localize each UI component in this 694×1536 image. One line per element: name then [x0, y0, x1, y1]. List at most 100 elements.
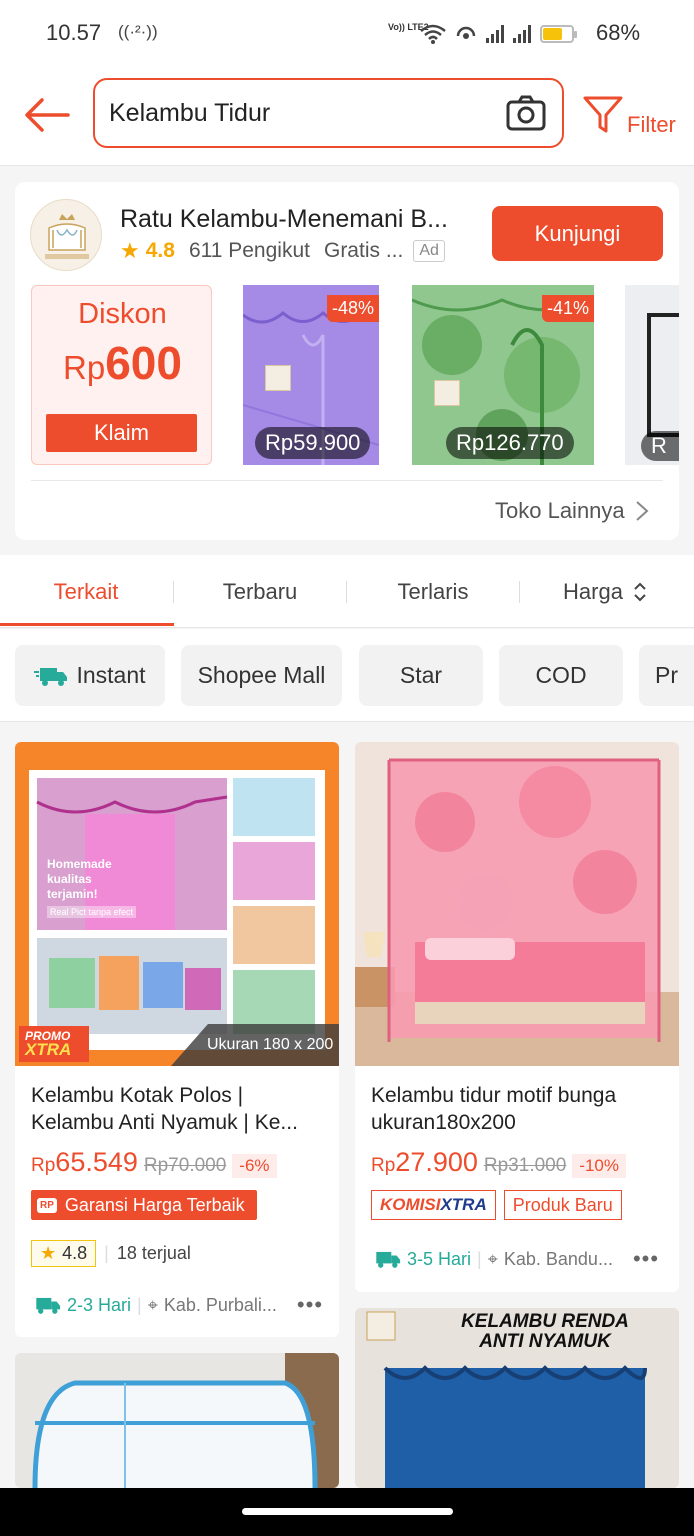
more-shops-link[interactable]: Toko Lainnya: [495, 498, 649, 524]
status-icons: [420, 18, 577, 50]
claim-voucher-button[interactable]: Klaim: [46, 414, 197, 452]
price-value: 65.549: [55, 1147, 138, 1177]
divider: [31, 480, 663, 481]
ad-badge: Ad: [413, 240, 445, 262]
product-price: Rp27.900: [371, 1147, 478, 1178]
image-overlay-sub: Real Pict tanpa efect: [47, 906, 137, 918]
rating-row: ★ 4.8 | 18 terjual: [31, 1240, 191, 1267]
shop-mini-logo: [265, 365, 291, 391]
image-overlay-text: Homemade kualitas terjamin!: [47, 857, 112, 901]
tab-terbaru[interactable]: Terbaru: [174, 579, 346, 605]
image-heading-line1: KELAMBU RENDA: [461, 1311, 629, 1332]
tab-separator: [519, 581, 520, 603]
star-icon: ★: [120, 238, 140, 263]
price-tag-icon: RP: [37, 1197, 57, 1213]
shop-meta: ★ 4.8 611 Pengikut Gratis ... Ad: [120, 238, 445, 264]
camera-icon: [506, 95, 546, 131]
product-collage-image: [15, 742, 339, 1066]
voucher-title: Diskon: [78, 298, 167, 330]
chevron-right-icon: [635, 501, 649, 521]
discount-tag: -48%: [326, 295, 379, 322]
popup-net-image: [15, 1353, 339, 1488]
shop-logo: [30, 199, 102, 271]
price-row: Rp27.900 Rp31.000 -10%: [371, 1147, 626, 1178]
shop-product-thumb[interactable]: R: [625, 285, 679, 465]
chip-instant[interactable]: Instant: [15, 645, 165, 706]
filter-label[interactable]: Filter: [627, 112, 676, 138]
best-price-label: Garansi Harga Terbaik: [64, 1194, 245, 1215]
shop-rating: 4.8: [145, 239, 175, 262]
sort-tabs: Terkait Terbaru Terlaris Harga: [0, 555, 694, 628]
pink-canopy-bed-image: [355, 742, 679, 1066]
shop-name[interactable]: Ratu Kelambu-Menemani B...: [120, 205, 448, 234]
home-gesture-handle[interactable]: [242, 1508, 453, 1515]
camera-button[interactable]: [505, 94, 547, 132]
komisi-xtra-badge: KOMISI XTRA: [371, 1190, 496, 1220]
rating-box: ★ 4.8: [31, 1240, 97, 1267]
location-pin-icon: ⌖: [147, 1294, 158, 1315]
battery-icon: [540, 25, 577, 43]
product-image: [355, 742, 679, 1066]
thumb-price: Rp59.900: [255, 427, 371, 459]
shop-ad-card[interactable]: Ratu Kelambu-Menemani B... ★ 4.8 611 Pen…: [15, 182, 679, 540]
thumb-price: Rp126.770: [446, 427, 574, 459]
delivery-truck-icon: [376, 1251, 401, 1268]
product-rating: 4.8: [62, 1243, 88, 1263]
separator: |: [137, 1294, 142, 1315]
komisi-label: KOMISI: [380, 1195, 441, 1214]
shop-mini-logo: [434, 380, 460, 406]
shop-product-thumb[interactable]: -41% Rp126.770: [412, 285, 594, 465]
xtra-label: XTRA: [440, 1195, 487, 1214]
more-options-button[interactable]: •••: [633, 1246, 659, 1272]
star-icon: ★: [40, 1243, 57, 1263]
product-image: Homemade kualitas terjamin! Real Pict ta…: [15, 742, 339, 1066]
price-row: Rp65.549 Rp70.000 -6%: [31, 1147, 277, 1178]
tab-harga[interactable]: Harga: [540, 579, 670, 605]
original-price: Rp31.000: [483, 1155, 567, 1176]
product-title: Kelambu tidur motif bunga ukuran180x200: [371, 1084, 617, 1134]
search-input-value: Kelambu Tidur: [109, 99, 271, 127]
shop-followers: 611 Pengikut: [188, 239, 310, 262]
separator: |: [104, 1243, 109, 1263]
back-button[interactable]: [22, 96, 72, 134]
product-card[interactable]: KELAMBU RENDA ANTI NYAMUK: [355, 1308, 679, 1488]
hotspot-icon: ((·²·)): [118, 22, 158, 41]
sort-updown-icon: [634, 582, 646, 602]
product-price: Rp65.549: [31, 1147, 138, 1178]
shop-extra: Gratis ...: [323, 239, 404, 262]
product-card[interactable]: Homemade kualitas terjamin! Real Pict ta…: [15, 742, 339, 1337]
chip-cod[interactable]: COD: [499, 645, 623, 706]
voucher-card: Diskon Rp600 Klaim: [31, 285, 212, 465]
tab-harga-label: Harga: [563, 579, 623, 604]
product-card[interactable]: [15, 1353, 339, 1488]
tab-terlaris[interactable]: Terlaris: [347, 579, 519, 605]
status-time: 10.57: [46, 20, 102, 45]
shipping-row: 2-3 Hari | ⌖ Kab. Purbali... •••: [31, 1292, 323, 1318]
promo-badge-bottom: XTRA: [25, 1040, 72, 1059]
voucher-amount: Rp600: [32, 336, 213, 390]
discount-pill: -10%: [572, 1154, 626, 1178]
signal-icon-1: [486, 25, 504, 43]
shipping-days: 3-5 Hari: [407, 1248, 472, 1269]
shop-product-thumb[interactable]: -48% Rp59.900: [243, 285, 379, 465]
chip-more[interactable]: Pr: [639, 645, 694, 706]
more-options-button[interactable]: •••: [297, 1292, 323, 1318]
image-heading-line2: ANTI NYAMUK: [479, 1331, 611, 1352]
badge-row: KOMISI XTRA Produk Baru: [371, 1190, 622, 1220]
delivery-truck-icon: [36, 1297, 61, 1314]
chip-shopee-mall[interactable]: Shopee Mall: [181, 645, 342, 706]
product-card[interactable]: Kelambu tidur motif bunga ukuran180x200 …: [355, 742, 679, 1292]
discount-pill: -6%: [232, 1154, 277, 1178]
chip-star[interactable]: Star: [359, 645, 483, 706]
price-currency: Rp: [31, 1155, 56, 1176]
separator: |: [477, 1248, 482, 1269]
search-input[interactable]: Kelambu Tidur: [93, 78, 564, 148]
arrow-left-icon: [25, 98, 70, 132]
filter-button[interactable]: [582, 94, 624, 136]
product-location: Kab. Bandu...: [503, 1248, 613, 1269]
thumb-price: R: [641, 431, 679, 461]
visit-shop-button[interactable]: Kunjungi: [492, 206, 663, 261]
price-value: 27.900: [395, 1147, 478, 1177]
tab-terkait[interactable]: Terkait: [0, 579, 172, 605]
crown-logo-icon: [45, 214, 89, 259]
